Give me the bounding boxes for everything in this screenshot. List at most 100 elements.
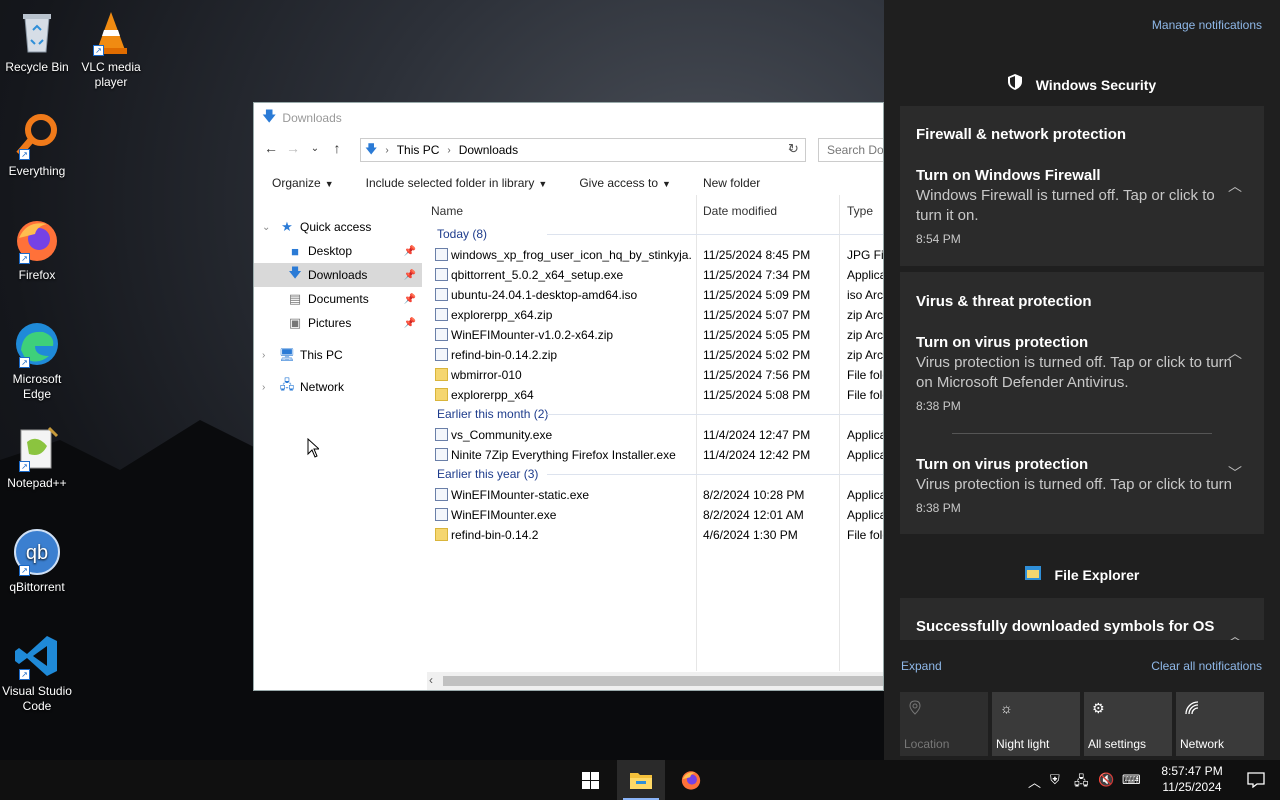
nav-this-pc[interactable]: › 🖥 This PC (254, 343, 422, 367)
file-row[interactable]: WinEFIMounter-v1.0.2-x64.zip 11/25/2024 5… (427, 325, 884, 345)
file-group-header[interactable]: Earlier this month (2) (427, 405, 883, 425)
column-header-date[interactable]: Date modified (703, 204, 777, 218)
notification-time: 8:38 PM (916, 501, 961, 515)
file-row[interactable]: explorerpp_x64.zip 11/25/2024 5:07 PM zip … (427, 305, 883, 325)
start-button[interactable] (566, 760, 614, 800)
show-hidden-icons-chevron-up-icon[interactable]: ︿ (1028, 772, 1041, 791)
chevron-up-icon[interactable]: ︿ (1228, 176, 1242, 196)
quick-action-network[interactable]: Network (1176, 692, 1264, 756)
clear-all-notifications-link[interactable]: Clear all notifications (1151, 659, 1262, 673)
quick-action-location[interactable]: Location (900, 692, 988, 756)
file-row[interactable]: refind-bin-0.14.2.zip 11/25/2024 5:02 PM z… (427, 345, 883, 365)
window-title-bar[interactable]: 🡇 Downloads (254, 103, 883, 133)
column-header-name[interactable]: Name (431, 204, 463, 218)
expand-link[interactable]: Expand (901, 659, 942, 673)
file-date-modified: 11/25/2024 7:34 PM (703, 268, 811, 282)
volume-muted-icon[interactable]: 🔇 (1098, 772, 1114, 788)
desktop-icon-recycle-bin[interactable]: Recycle Bin (0, 8, 74, 75)
scrollbar-thumb[interactable] (443, 676, 883, 686)
notification-group-virus[interactable]: Virus & threat protection Turn on virus … (900, 272, 1264, 534)
address-bar[interactable]: 🡇 › This PC › Downloads ⌄ (360, 138, 806, 162)
notification-time: 8:38 PM (916, 399, 961, 413)
file-date-modified: 11/25/2024 8:45 PM (703, 248, 811, 262)
new-folder-button[interactable]: New folder (685, 176, 774, 190)
notification-firewall[interactable]: Turn on Windows Firewall Windows Firewal… (916, 166, 1236, 246)
taskbar-firefox[interactable] (667, 760, 715, 800)
horizontal-scrollbar[interactable]: ‹ (427, 672, 883, 690)
file-name: ubuntu-24.04.1-desktop-amd64.iso (451, 288, 638, 302)
file-type: Application (847, 488, 883, 502)
chevron-right-icon[interactable]: › (262, 350, 265, 361)
desktop-icon-label: Microsoft Edge (12, 372, 62, 401)
breadcrumb-this-pc[interactable]: This PC (397, 143, 440, 157)
file-row[interactable]: WinEFIMounter-static.exe 8/2/2024 10:28 P… (427, 485, 883, 505)
column-header-type[interactable]: Type (847, 204, 873, 218)
file-row[interactable]: explorerpp_x64 11/25/2024 5:08 PM File fol… (427, 385, 883, 405)
file-row[interactable]: refind-bin-0.14.2 4/6/2024 1:30 PM File fo… (427, 525, 883, 545)
chevron-right-icon[interactable]: › (262, 382, 265, 393)
file-row[interactable]: qbittorrent_5.0.2_x64_setup.exe 11/25/202… (427, 265, 883, 285)
breadcrumb-downloads[interactable]: Downloads (459, 143, 518, 157)
file-type: zip Archive (847, 328, 884, 342)
keyboard-icon[interactable]: ⌨ (1122, 772, 1141, 788)
desktop-icon-notepadpp[interactable]: ↗ Notepad++ (0, 424, 74, 491)
file-group-header[interactable]: Today (8) (427, 225, 883, 245)
scroll-left-icon[interactable]: ‹ (429, 673, 433, 687)
nav-pictures[interactable]: ▣ Pictures 📌 (254, 311, 422, 335)
nav-desktop[interactable]: ■ Desktop 📌 (254, 239, 422, 263)
file-row[interactable]: ubuntu-24.04.1-desktop-amd64.iso 11/25/20… (427, 285, 884, 305)
chevron-up-icon[interactable]: ︿ (1228, 343, 1242, 363)
desktop-icon-vlc[interactable]: ↗ VLC media player (74, 8, 148, 90)
taskbar-clock[interactable]: 8:57:47 PM 11/25/2024 (1152, 763, 1232, 795)
file-group-label: Earlier this year (3) (437, 467, 539, 481)
give-access-button[interactable]: Give access to ▼ (561, 176, 685, 190)
desktop-icon-vscode[interactable]: ↗ Visual Studio Code (0, 632, 74, 714)
svg-text:qb: qb (26, 542, 48, 564)
nav-downloads[interactable]: 🡇 Downloads 📌 (254, 263, 422, 287)
security-warning-icon[interactable]: ⛨ (1050, 772, 1060, 788)
chevron-up-icon[interactable]: ︿ (1228, 626, 1242, 640)
file-type: iso Archive (847, 288, 884, 302)
manage-notifications-link[interactable]: Manage notifications (1152, 18, 1262, 32)
file-row[interactable]: vs_Community.exe 11/4/2024 12:47 PM Applic… (427, 425, 883, 445)
notification-virus-2[interactable]: Turn on virus protection Virus protectio… (916, 455, 1236, 515)
file-row[interactable]: wbmirror-010 11/25/2024 7:56 PM File folde… (427, 365, 883, 385)
navigation-pane: ⌄ ★ Quick access ■ Desktop 📌 🡇 Downloads… (254, 215, 422, 675)
back-button[interactable]: ← (260, 140, 282, 156)
up-button[interactable]: ↑ (326, 140, 348, 156)
chevron-down-icon[interactable]: ⌄ (262, 222, 270, 233)
quick-action-night-light[interactable]: ☼ Night light (992, 692, 1080, 756)
nav-network[interactable]: › 🖧 Network (254, 375, 422, 399)
file-group-header[interactable]: Earlier this year (3) (427, 465, 883, 485)
folder-icon (435, 368, 448, 381)
notification-virus-1[interactable]: Turn on virus protection Virus protectio… (916, 333, 1236, 413)
nav-documents[interactable]: ▤ Documents 📌 (254, 287, 422, 311)
search-input[interactable]: Search Downloads (818, 138, 883, 162)
notification-file-explorer[interactable]: Successfully downloaded symbols for OS ︿ (900, 598, 1264, 640)
refresh-icon[interactable]: ↻ (788, 141, 799, 157)
quick-action-all-settings[interactable]: ⚙ All settings (1084, 692, 1172, 756)
notification-group-firewall[interactable]: Firewall & network protection Turn on Wi… (900, 106, 1264, 266)
desktop-icon-everything[interactable]: ↗ Everything (0, 112, 74, 179)
desktop-icon-label: Notepad++ (7, 476, 67, 490)
file-type: File folder (847, 368, 883, 382)
chevron-down-icon[interactable]: ﹀ (1228, 463, 1242, 483)
forward-button[interactable]: → (282, 140, 304, 156)
desktop-icon-firefox[interactable]: ↗ Firefox (0, 216, 74, 283)
file-row[interactable]: windows_xp_frog_user_icon_hq_by_stinkyja… (427, 245, 883, 265)
action-center-button[interactable] (1232, 760, 1280, 800)
recent-locations-button[interactable]: ⌄ (304, 143, 326, 154)
nav-quick-access[interactable]: ⌄ ★ Quick access (254, 215, 422, 239)
column-headers: Name Date modified Type (427, 195, 883, 225)
taskbar-file-explorer[interactable] (617, 760, 665, 800)
organize-button[interactable]: Organize ▼ (254, 176, 348, 190)
include-in-library-button[interactable]: Include selected folder in library ▼ (348, 176, 562, 190)
file-row[interactable]: Ninite 7Zip Everything Firefox Installer… (427, 445, 883, 465)
file-explorer-window[interactable]: 🡇 Downloads ← → ⌄ ↑ 🡇 › This PC › Downlo… (253, 102, 884, 691)
edge-icon: ↗ (13, 320, 61, 368)
desktop-icon-qbittorrent[interactable]: qb ↗ qBittorrent (0, 528, 74, 595)
network-tray-icon[interactable]: 🖧 (1074, 772, 1089, 794)
file-row[interactable]: WinEFIMounter.exe 8/2/2024 12:01 AM Applic… (427, 505, 883, 525)
file-icon (435, 488, 448, 501)
desktop-icon-edge[interactable]: ↗ Microsoft Edge (0, 320, 74, 402)
